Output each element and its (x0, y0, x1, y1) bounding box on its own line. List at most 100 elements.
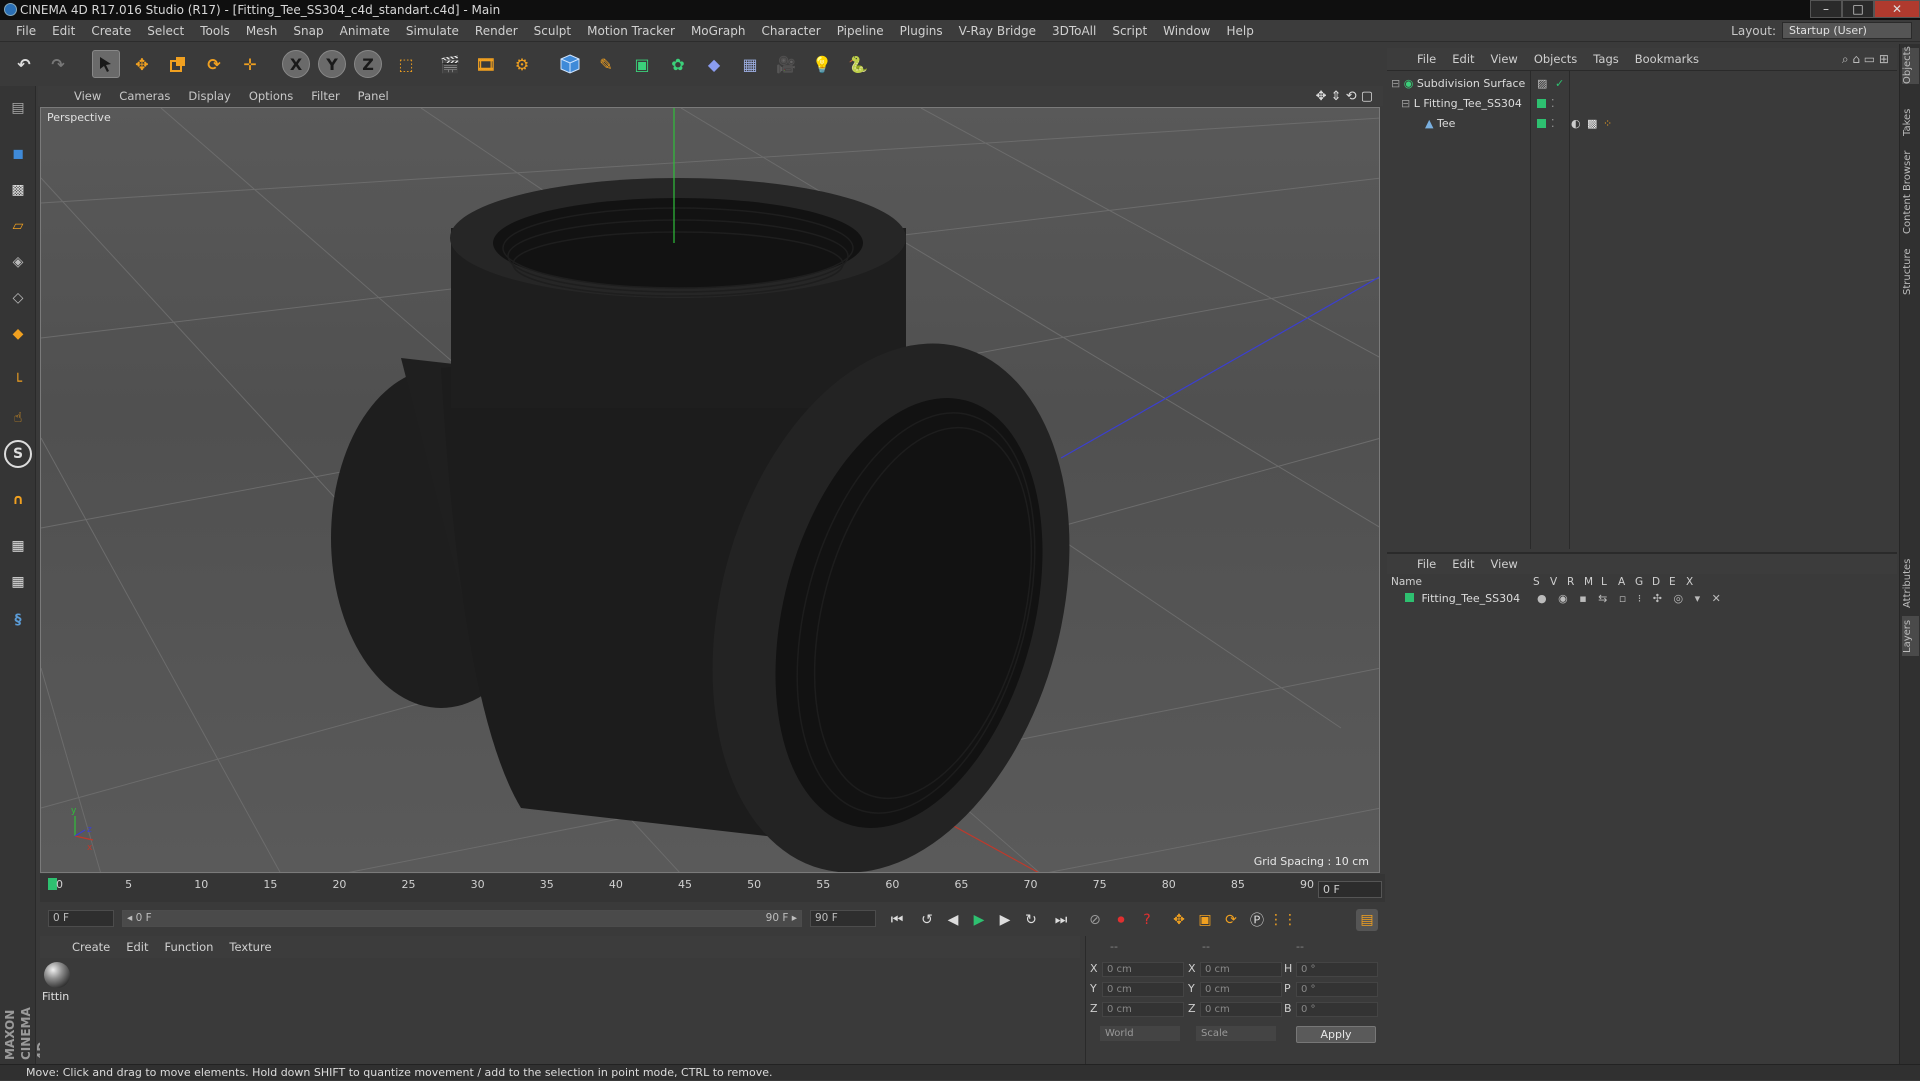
floor-scene-button[interactable]: ▦ (736, 50, 764, 78)
spline-pen-button[interactable]: ✎ (592, 50, 620, 78)
objects-menu-objects[interactable]: Objects (1526, 52, 1585, 66)
size-z-field[interactable]: 0 cm (1200, 1002, 1282, 1017)
layer-col-r[interactable]: R (1567, 576, 1574, 588)
menu-snap[interactable]: Snap (285, 24, 331, 38)
viewport-menu-view[interactable]: View (66, 89, 109, 103)
render-settings-button[interactable]: ⚙ (508, 50, 536, 78)
next-key-button[interactable]: ↻ (1020, 909, 1042, 931)
menu-edit[interactable]: Edit (44, 24, 83, 38)
collapse-toggle-icon[interactable]: ⊟ (1391, 77, 1400, 90)
z-axis-lock-button[interactable]: Z (354, 50, 382, 78)
deformer-button[interactable]: ◆ (700, 50, 728, 78)
side-tab-objects[interactable]: Objects (1902, 46, 1919, 84)
layer-col-s[interactable]: S (1533, 576, 1540, 588)
close-button[interactable]: ✕ (1874, 0, 1920, 18)
object-row-tee[interactable]: ▲ Tee ⁚ ◐ ▩ ⁘ (1425, 115, 1891, 132)
phong-tag-icon[interactable]: ◐ (1571, 115, 1581, 132)
material-menu-edit[interactable]: Edit (118, 940, 156, 954)
previous-key-button[interactable]: ↺ (916, 909, 938, 931)
objects-menu-file[interactable]: File (1409, 52, 1444, 66)
light-button[interactable]: 💡 (808, 50, 836, 78)
menu-motion-tracker[interactable]: Motion Tracker (579, 24, 683, 38)
render-to-picture-viewer-button[interactable]: 🎞 (472, 50, 500, 78)
layer-color-swatch[interactable] (1537, 99, 1546, 108)
next-frame-button[interactable]: ▶ (994, 909, 1016, 931)
camera-button[interactable]: 🎥 (772, 50, 800, 78)
record-keys-button[interactable]: ⊘ (1084, 909, 1106, 931)
material-menu-function[interactable]: Function (157, 940, 222, 954)
menu-mesh[interactable]: Mesh (238, 24, 286, 38)
layer-col-e[interactable]: E (1669, 576, 1676, 588)
key-pla-button[interactable]: ⋮⋮ (1269, 909, 1297, 931)
visibility-dots-icon[interactable]: ▨ (1537, 75, 1547, 92)
side-tab-attributes[interactable]: Attributes (1902, 554, 1919, 612)
side-tab-layers[interactable]: Layers (1902, 616, 1919, 656)
menu-vray-bridge[interactable]: V-Ray Bridge (951, 24, 1044, 38)
viewport-menu-display[interactable]: Display (180, 89, 238, 103)
layer-col-a[interactable]: A (1618, 576, 1625, 588)
model-mode-icon[interactable]: ▤ (4, 94, 32, 122)
end-frame-field[interactable]: 90 F (810, 910, 876, 927)
visibility-dots-icon[interactable]: ⁚ (1551, 95, 1555, 112)
material-preview-swatch[interactable] (44, 962, 70, 988)
menu-pipeline[interactable]: Pipeline (829, 24, 892, 38)
axis-mode-icon[interactable]: └ (4, 368, 32, 396)
size-y-field[interactable]: 0 cm (1200, 982, 1282, 997)
viewport-menu-cameras[interactable]: Cameras (111, 89, 178, 103)
key-position-button[interactable]: ✥ (1168, 909, 1190, 931)
rotate-tool-button[interactable]: ⟳ (200, 50, 228, 78)
timeline-ruler[interactable]: 0 5 10 15 20 25 30 35 40 45 50 55 60 65 70 75 80 85 90 (40, 874, 1385, 902)
layer-col-name[interactable]: Name (1391, 576, 1422, 588)
minimize-button[interactable]: – (1810, 0, 1842, 18)
scale-tool-button[interactable] (164, 50, 192, 78)
pos-z-field[interactable]: 0 cm (1102, 1002, 1184, 1017)
snap-icon[interactable]: S (4, 440, 32, 468)
key-parameter-button[interactable]: Ⓟ (1246, 909, 1268, 931)
menu-create[interactable]: Create (83, 24, 139, 38)
layer-col-l[interactable]: L (1601, 576, 1607, 588)
objects-menu-view[interactable]: View (1483, 52, 1526, 66)
maximize-button[interactable]: □ (1842, 0, 1874, 18)
y-axis-lock-button[interactable]: Y (318, 50, 346, 78)
object-row-subdivision-surface[interactable]: ⊟ ◉ Subdivision Surface ▨ ✓ (1391, 75, 1891, 92)
coordinate-system-button[interactable]: ⬚ (392, 50, 420, 78)
transform-tool-button[interactable]: ✛ (236, 50, 264, 78)
side-tab-structure[interactable]: Structure (1902, 244, 1919, 300)
undo-button[interactable]: ↶ (10, 50, 38, 78)
go-to-end-button[interactable]: ⏭ (1050, 909, 1072, 931)
layout-dropdown[interactable]: Startup (User) (1782, 22, 1912, 39)
menu-window[interactable]: Window (1155, 24, 1218, 38)
tweak-mode-icon[interactable]: ☝ (4, 404, 32, 432)
menu-select[interactable]: Select (139, 24, 192, 38)
pos-x-field[interactable]: 0 cm (1102, 962, 1184, 977)
rot-p-field[interactable]: 0 ° (1296, 982, 1378, 997)
menu-3dtoall[interactable]: 3DToAll (1044, 24, 1104, 38)
cube-object-button[interactable] (556, 50, 584, 78)
rot-h-field[interactable]: 0 ° (1296, 962, 1378, 977)
viewport-nav-icons[interactable]: ✥ ⇕ ⟲ ▢ (1316, 89, 1373, 104)
key-rotation-button[interactable]: ⟳ (1220, 909, 1242, 931)
collapse-toggle-icon[interactable]: ⊟ (1401, 97, 1410, 110)
layer-color-swatch[interactable] (1405, 593, 1414, 602)
material-tag-icon[interactable]: ⁘ (1603, 115, 1612, 132)
enabled-check-icon[interactable]: ✓ (1555, 75, 1564, 92)
menu-render[interactable]: Render (467, 24, 526, 38)
layers-menu-edit[interactable]: Edit (1444, 557, 1482, 571)
menu-character[interactable]: Character (753, 24, 828, 38)
menu-help[interactable]: Help (1218, 24, 1261, 38)
viewport-menu-panel[interactable]: Panel (350, 89, 397, 103)
apply-button[interactable]: Apply (1296, 1026, 1376, 1043)
object-manager-search-icon[interactable]: ⌕ ⌂ ▭ ⊞ (1842, 52, 1889, 67)
select-tool-button[interactable] (92, 50, 120, 78)
autokey-button[interactable]: ⏺ (1110, 909, 1132, 931)
menu-tools[interactable]: Tools (192, 24, 238, 38)
objects-menu-tags[interactable]: Tags (1585, 52, 1626, 66)
pos-y-field[interactable]: 0 cm (1102, 982, 1184, 997)
object-row-fitting-tee[interactable]: ⊟ L Fitting_Tee_SS304 ⁚ (1401, 95, 1891, 112)
visibility-dots-icon[interactable]: ⁚ (1551, 115, 1555, 132)
planar-workplane-icon[interactable]: ▦ (4, 568, 32, 596)
key-scale-button[interactable]: ▣ (1194, 909, 1216, 931)
menu-file[interactable]: File (8, 24, 44, 38)
layer-row[interactable]: Fitting_Tee_SS304 ● ◉ ▪ ⇆ ▫ ⁝ ✣ ◎ ▾ ✕ (1391, 590, 1891, 607)
menu-animate[interactable]: Animate (332, 24, 398, 38)
